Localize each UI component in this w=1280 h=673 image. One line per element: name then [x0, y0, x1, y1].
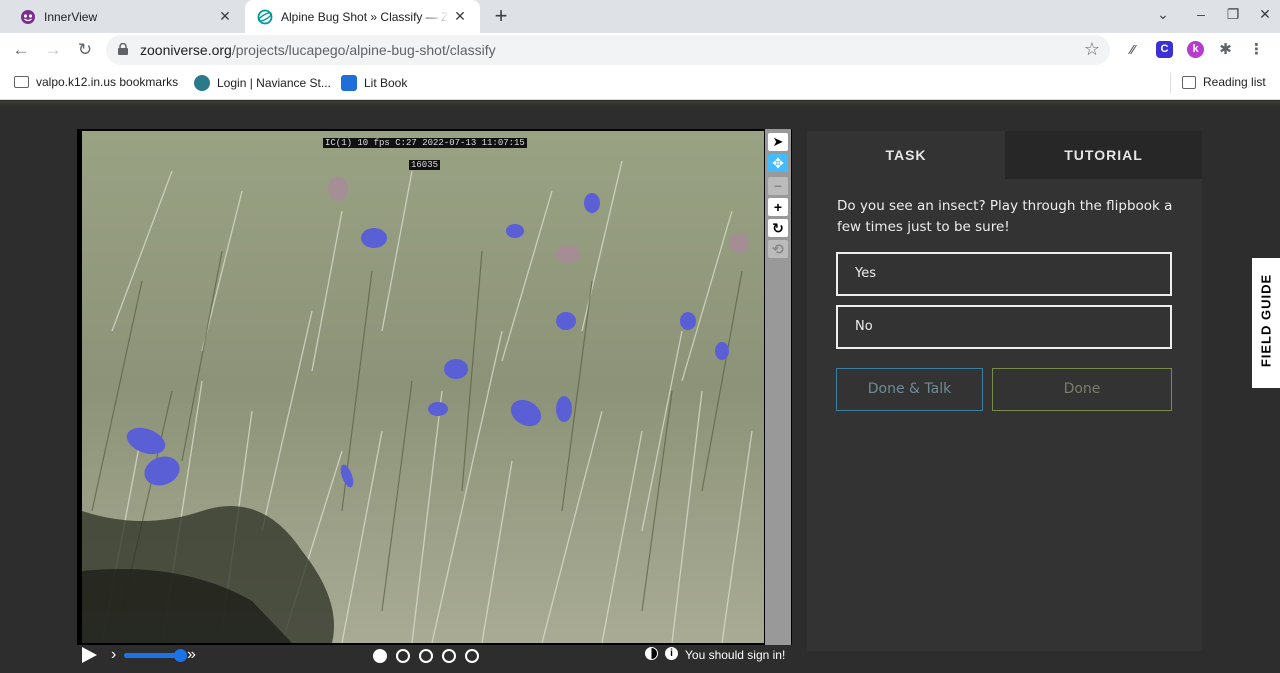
page-top-shade [0, 101, 1280, 107]
browser-menu-icon[interactable]: ⋮ [1248, 41, 1265, 58]
invert-contrast-icon[interactable] [645, 647, 658, 660]
frame-number-overlay: 16035 [409, 160, 441, 170]
tab-task[interactable]: TASK [807, 131, 1005, 179]
bookmarks-bar: valpo.k12.in.us bookmarks Login | Navian… [0, 67, 1280, 100]
forward-icon[interactable]: → [42, 39, 64, 61]
info-icon[interactable]: i [665, 647, 678, 660]
sign-in-notice: You should sign in! [685, 648, 786, 662]
browser-tab-strip: InnerView ✕ Alpine Bug Shot » Classify —… [0, 0, 1280, 33]
faster-chevron-icon[interactable]: » [187, 644, 196, 666]
bookmark-valpo[interactable]: valpo.k12.in.us bookmarks [14, 75, 178, 89]
new-tab-icon[interactable]: + [488, 4, 514, 30]
rotate-icon[interactable]: ↻ [768, 219, 788, 237]
playback-speed-slider[interactable] [124, 653, 180, 658]
extension-tool-icon[interactable]: ⁄⁄ [1124, 41, 1141, 58]
minimize-icon[interactable]: – [1190, 6, 1212, 22]
url-text: zooniverse.org/projects/lucapego/alpine-… [140, 42, 496, 58]
bookmark-star-icon[interactable]: ☆ [1084, 39, 1100, 60]
bookmark-label: Login | Naviance St... [217, 76, 331, 90]
divider [1170, 73, 1171, 93]
annotate-pointer-icon[interactable]: ➤ [768, 133, 788, 151]
zooniverse-favicon-icon [257, 9, 273, 25]
extensions-puzzle-icon[interactable]: ✱ [1217, 41, 1234, 58]
close-tab-icon[interactable]: ✕ [217, 8, 233, 24]
litbook-icon [341, 75, 357, 91]
slower-chevron-icon[interactable]: › [111, 644, 116, 666]
close-window-icon[interactable]: ✕ [1254, 6, 1276, 23]
tab-title: InnerView [44, 9, 98, 24]
extension-k-icon[interactable]: k [1187, 41, 1204, 58]
reading-list-icon [1182, 75, 1196, 89]
camera-overlay-text: IC(1) 10 fps C:27 2022-07-13 11:07:15 [323, 138, 527, 148]
zoom-in-icon[interactable]: + [768, 198, 788, 216]
naviance-icon [194, 75, 210, 91]
browser-tab-zooniverse[interactable]: Alpine Bug Shot » Classify — Zoo ✕ [245, 0, 480, 33]
meadow-photo [82, 131, 764, 643]
answer-no-button[interactable]: No [836, 305, 1172, 349]
bookmark-naviance[interactable]: Login | Naviance St... [194, 75, 331, 91]
answer-yes-button[interactable]: Yes [836, 252, 1172, 296]
frame-dot-1[interactable] [373, 649, 387, 663]
move-pan-icon[interactable]: ✥ [768, 154, 788, 172]
slider-thumb[interactable] [174, 649, 187, 662]
bookmark-label: valpo.k12.in.us bookmarks [36, 75, 179, 89]
viewer-toolbar: ➤ ✥ − + ↻ ⟲ [765, 129, 791, 645]
reset-view-icon[interactable]: ⟲ [768, 240, 788, 258]
reading-list-label: Reading list [1203, 75, 1266, 89]
address-bar[interactable]: zooniverse.org/projects/lucapego/alpine-… [106, 35, 1110, 65]
panel-tabs: TASK TUTORIAL [807, 131, 1202, 179]
browser-tab-innerview[interactable]: InnerView ✕ [0, 0, 245, 33]
frame-dot-3[interactable] [419, 649, 433, 663]
close-tab-icon[interactable]: ✕ [452, 8, 468, 24]
play-icon[interactable] [82, 647, 97, 663]
tab-title: Alpine Bug Shot » Classify — Zoo [281, 9, 449, 24]
bookmark-label: Lit Book [364, 76, 408, 90]
done-and-talk-button[interactable]: Done & Talk [836, 368, 983, 411]
back-icon[interactable]: ← [10, 39, 32, 61]
bookmark-litbook[interactable]: Lit Book [341, 75, 407, 91]
innerview-favicon-icon [20, 9, 36, 25]
field-guide-label: FIELD GUIDE [1258, 273, 1274, 368]
folder-icon [14, 76, 29, 88]
extension-c-icon[interactable]: C [1156, 41, 1173, 58]
field-guide-tab[interactable]: FIELD GUIDE [1252, 258, 1280, 388]
lock-icon [118, 43, 128, 55]
tab-search-chevron-icon[interactable]: ⌄ [1152, 6, 1174, 23]
task-question: Do you see an insect? Play through the f… [837, 198, 1173, 235]
flipbook-controls: › » i You should sign in! [77, 644, 792, 668]
tab-tutorial[interactable]: TUTORIAL [1005, 131, 1202, 179]
subject-viewer[interactable]: IC(1) 10 fps C:27 2022-07-13 11:07:15 16… [77, 129, 792, 645]
reload-icon[interactable]: ↻ [74, 39, 96, 61]
reading-list-button[interactable]: Reading list [1182, 75, 1266, 89]
subject-image[interactable]: IC(1) 10 fps C:27 2022-07-13 11:07:15 16… [82, 131, 764, 643]
browser-toolbar: ← → ↻ zooniverse.org/projects/lucapego/a… [0, 33, 1280, 67]
frame-dot-2[interactable] [396, 649, 410, 663]
frame-dot-5[interactable] [465, 649, 479, 663]
task-panel: TASK TUTORIAL Do you see an insect? Play… [807, 131, 1202, 651]
frame-dot-4[interactable] [442, 649, 456, 663]
restore-icon[interactable]: ❐ [1222, 6, 1244, 23]
zoom-out-icon[interactable]: − [768, 177, 788, 195]
done-button[interactable]: Done [992, 368, 1172, 411]
